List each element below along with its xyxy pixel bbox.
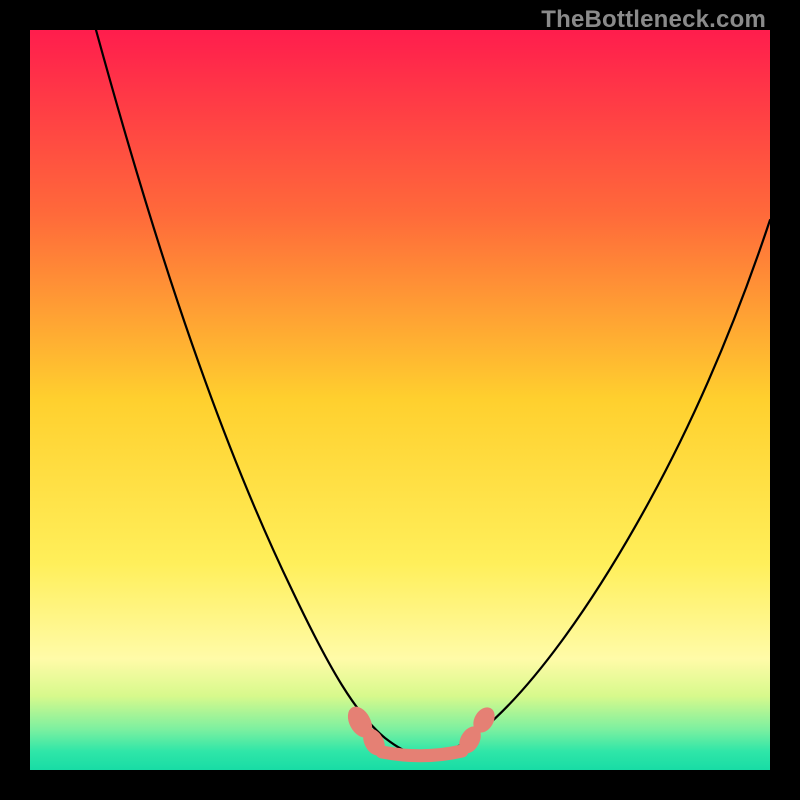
watermark-text: TheBottleneck.com bbox=[541, 6, 766, 34]
optimal-plateau-marker bbox=[382, 751, 462, 756]
gradient-background bbox=[30, 30, 770, 770]
bottleneck-chart bbox=[30, 30, 770, 770]
